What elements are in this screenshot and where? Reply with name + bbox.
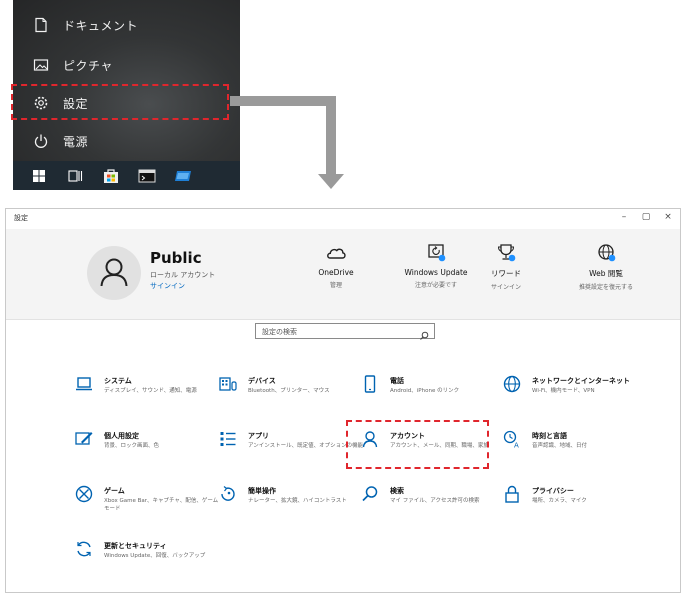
laptop-icon: [74, 374, 94, 394]
tile-title: 個人用設定: [104, 432, 139, 440]
lock-icon: [502, 484, 522, 504]
tile-description: マイ ファイル、アクセス許可の検索: [390, 498, 480, 504]
quick-link-web-browsing[interactable]: Web 閲覧 推奨設定を復元する: [561, 243, 651, 291]
document-icon: [33, 17, 49, 33]
tile-phone[interactable]: 電話 Android、iPhone のリンク: [360, 374, 505, 408]
phone-icon: [360, 374, 380, 394]
tile-time-language[interactable]: A 時刻と言語 音声認識、地域、日付: [502, 429, 647, 463]
tile-network[interactable]: ネットワークとインターネット Wi-Fi、機内モード、VPN: [502, 374, 647, 408]
tile-apps[interactable]: アプリ アンインストール、既定値、オプションの機能: [218, 429, 363, 463]
tile-title: 時刻と言語: [532, 432, 567, 440]
globe-icon: [595, 243, 617, 263]
tile-ease-of-access[interactable]: 簡単操作 ナレーター、拡大鏡、ハイコントラスト: [218, 484, 363, 518]
brush-icon: [74, 429, 94, 449]
quick-link-sub: サインイン: [490, 284, 521, 291]
tile-description: Bluetooth、プリンター、マウス: [248, 388, 330, 394]
tile-title: デバイス: [248, 377, 276, 385]
time-language-icon: A: [502, 429, 522, 450]
tile-title: システム: [104, 377, 132, 385]
tile-devices[interactable]: デバイス Bluetooth、プリンター、マウス: [218, 374, 363, 408]
store-icon[interactable]: [101, 168, 121, 184]
start-item-label: 電源: [63, 134, 89, 149]
signin-link[interactable]: サインイン: [150, 281, 185, 291]
settings-search-input[interactable]: 設定の検索: [255, 323, 435, 340]
tile-description: Wi-Fi、機内モード、VPN: [532, 388, 595, 394]
search-placeholder: 設定の検索: [262, 328, 297, 336]
connector-arrow-horizontal: [230, 96, 336, 106]
tile-update-security[interactable]: 更新とセキュリティ Windows Update、回復、バックアップ: [74, 539, 219, 573]
tile-personalization[interactable]: 個人用設定 背景、ロック画面、色: [74, 429, 219, 463]
tile-description: Android、iPhone のリンク: [390, 388, 460, 394]
tile-title: アプリ: [248, 432, 269, 440]
tile-title: ネットワークとインターネット: [532, 377, 630, 385]
tile-description: Xbox Game Bar、キャプチャ、配信、ゲーム モード: [104, 498, 219, 512]
svg-text:A: A: [514, 442, 519, 450]
picture-icon: [33, 57, 49, 73]
quick-link-sub: 管理: [329, 282, 342, 289]
avatar[interactable]: [87, 246, 141, 300]
update-icon: [425, 243, 447, 263]
quick-link-sub: 推奨設定を復元する: [578, 284, 633, 291]
accounts-highlight-box: [346, 420, 489, 469]
tile-description: ディスプレイ、サウンド、通知、電源: [104, 388, 197, 394]
search-icon: [360, 484, 380, 504]
quick-link-rewards[interactable]: リワード サインイン: [461, 243, 551, 291]
accessibility-icon: [218, 484, 238, 504]
quick-link-onedrive[interactable]: OneDrive 管理: [291, 243, 381, 289]
window-title: 設定: [14, 214, 28, 222]
tile-title: プライバシー: [532, 487, 574, 495]
settings-highlight-box: [11, 84, 229, 120]
tile-privacy[interactable]: プライバシー 場所、カメラ、マイク: [502, 484, 647, 518]
sync-icon: [74, 539, 94, 559]
minimize-button[interactable]: –: [618, 212, 630, 222]
network-icon: [502, 374, 522, 394]
tile-title: 電話: [390, 377, 404, 385]
start-item-label: ピクチャ: [63, 58, 113, 73]
tile-gaming[interactable]: ゲーム Xbox Game Bar、キャプチャ、配信、ゲーム モード: [74, 484, 219, 518]
search-icon: [419, 326, 429, 340]
close-button[interactable]: ×: [662, 212, 674, 222]
tile-title: 更新とセキュリティ: [104, 542, 167, 550]
quick-link-label: OneDrive: [318, 268, 354, 277]
start-item-pictures[interactable]: ピクチャ: [13, 48, 240, 82]
power-icon: [33, 133, 49, 149]
start-item-label: ドキュメント: [63, 18, 139, 33]
tile-search[interactable]: 検索 マイ ファイル、アクセス許可の検索: [360, 484, 505, 518]
quick-link-label: リワード: [491, 269, 521, 278]
tile-description: 音声認識、地域、日付: [532, 443, 588, 449]
title-bar: 設定 – ▢ ×: [6, 209, 680, 229]
quick-link-label: Web 閲覧: [589, 269, 623, 278]
start-item-documents[interactable]: ドキュメント: [13, 8, 240, 42]
cloud-icon: [325, 243, 347, 263]
trophy-icon: [495, 243, 517, 263]
tile-system[interactable]: システム ディスプレイ、サウンド、通知、電源: [74, 374, 219, 408]
terminal-icon[interactable]: [137, 168, 157, 184]
start-item-power[interactable]: 電源: [13, 124, 240, 158]
windows-start-icon[interactable]: [29, 168, 49, 184]
tile-description: Windows Update、回復、バックアップ: [104, 553, 206, 559]
tile-description: 場所、カメラ、マイク: [532, 498, 587, 504]
mail-icon[interactable]: [173, 168, 193, 184]
maximize-button[interactable]: ▢: [640, 212, 652, 222]
account-name: Public: [150, 249, 202, 267]
tile-title: ゲーム: [104, 487, 125, 495]
keyboard-icon: [218, 374, 238, 394]
tile-title: 簡単操作: [248, 487, 276, 495]
taskbar: [13, 161, 240, 190]
tile-description: 背景、ロック画面、色: [104, 443, 160, 449]
task-view-icon[interactable]: [65, 168, 85, 184]
apps-icon: [218, 429, 238, 449]
account-type: ローカル アカウント: [150, 271, 216, 279]
connector-arrow-vertical: [326, 96, 336, 176]
xbox-icon: [74, 484, 94, 504]
person-icon: [100, 258, 128, 287]
connector-arrow-head: [318, 174, 344, 189]
tile-description: ナレーター、拡大鏡、ハイコントラスト: [248, 498, 347, 504]
settings-window: 設定 – ▢ × Public ローカル アカウント サインイン OneDriv…: [5, 208, 681, 593]
tile-title: 検索: [390, 487, 404, 495]
